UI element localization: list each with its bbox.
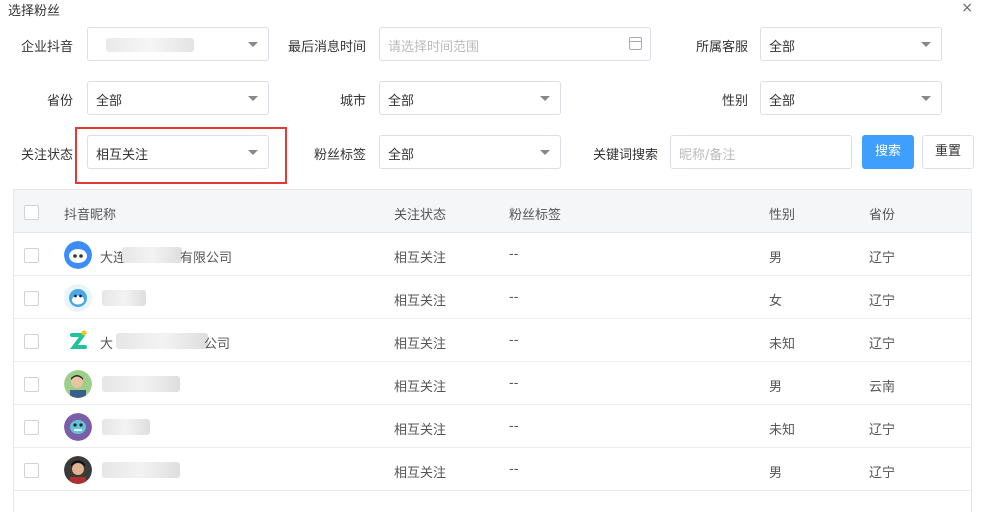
blurred-nickname: [102, 290, 146, 306]
gender: 男: [769, 380, 783, 395]
chevron-down-icon: [248, 42, 258, 47]
fan-tag-value: 全部: [388, 148, 415, 163]
follow-status: 相互关注: [394, 294, 447, 309]
table-row[interactable]: 相互关注 -- 男 辽宁: [14, 448, 971, 491]
time-range-picker[interactable]: 请选择时间范围: [379, 27, 651, 61]
last-msg-time-label: 最后消息时间: [287, 40, 366, 55]
fan-tag-select[interactable]: 全部: [379, 135, 561, 169]
fan-tag: --: [509, 290, 519, 305]
dialog-title: 选择粉丝: [8, 4, 61, 19]
city-select[interactable]: 全部: [379, 81, 561, 115]
column-header-province: 省份: [869, 208, 896, 223]
blurred-nickname: [102, 376, 180, 392]
city-label: 城市: [339, 94, 366, 109]
chevron-down-icon: [540, 96, 550, 101]
province: 云南: [869, 380, 896, 395]
row-checkbox[interactable]: [24, 248, 39, 263]
column-header-gender: 性别: [769, 208, 796, 223]
monkey-icon: [64, 284, 92, 312]
province: 辽宁: [869, 251, 896, 266]
purple-monster-icon: [64, 413, 92, 441]
green-z-icon: [64, 327, 92, 355]
row-checkbox[interactable]: [24, 334, 39, 349]
blurred-enterprise-value: [106, 38, 194, 52]
enterprise-label: 企业抖音: [20, 40, 73, 55]
blue-bot-icon: [64, 241, 92, 269]
fan-tag: --: [509, 462, 519, 477]
follow-status: 相互关注: [394, 251, 447, 266]
province: 辽宁: [869, 337, 896, 352]
province: 辽宁: [869, 423, 896, 438]
gender-label: 性别: [721, 94, 748, 109]
blurred-nickname: [102, 419, 150, 435]
row-checkbox[interactable]: [24, 420, 39, 435]
gender: 男: [769, 251, 783, 266]
column-header-status: 关注状态: [394, 208, 447, 223]
service-value: 全部: [769, 40, 796, 55]
highlight-box: [75, 127, 287, 184]
keyword-input[interactable]: 昵称/备注: [670, 135, 852, 169]
table-row[interactable]: 大连 有限公司 相互关注 -- 男 辽宁: [14, 233, 971, 276]
gender: 未知: [769, 337, 796, 352]
follow-status: 相互关注: [394, 466, 447, 481]
row-checkbox[interactable]: [24, 377, 39, 392]
row-checkbox[interactable]: [24, 463, 39, 478]
chevron-down-icon: [921, 42, 931, 47]
gender: 男: [769, 466, 783, 481]
search-button[interactable]: 搜索: [862, 135, 914, 169]
select-all-checkbox[interactable]: [24, 205, 39, 220]
province-select[interactable]: 全部: [87, 81, 269, 115]
gender-value: 全部: [769, 94, 796, 109]
fans-table: 抖音昵称 关注状态 粉丝标签 性别 省份 大连 有限公司 相互关注 -- 男 辽…: [13, 189, 972, 512]
blurred-nickname: [122, 247, 182, 263]
table-row[interactable]: 相互关注 -- 女 辽宁: [14, 276, 971, 319]
gender: 未知: [769, 423, 796, 438]
follow-status: 相互关注: [394, 380, 447, 395]
service-select[interactable]: 全部: [760, 27, 942, 61]
table-header: 抖音昵称 关注状态 粉丝标签 性别 省份: [14, 190, 971, 233]
row-checkbox[interactable]: [24, 291, 39, 306]
reset-button[interactable]: 重置: [922, 135, 974, 169]
table-row[interactable]: 大 公司 相互关注 -- 未知 辽宁: [14, 319, 971, 362]
gender: 女: [769, 294, 783, 309]
fan-tag: --: [509, 247, 519, 262]
enterprise-select[interactable]: [87, 27, 269, 61]
blurred-nickname: [102, 462, 180, 478]
city-value: 全部: [388, 94, 415, 109]
keyword-placeholder: 昵称/备注: [679, 148, 736, 163]
column-header-tag: 粉丝标签: [509, 208, 562, 223]
calendar-icon: [629, 37, 642, 50]
fan-tag: --: [509, 419, 519, 434]
gender-select[interactable]: 全部: [760, 81, 942, 115]
follow-status-label: 关注状态: [20, 148, 73, 163]
follow-status: 相互关注: [394, 337, 447, 352]
keyword-label: 关键词搜索: [592, 148, 658, 163]
province-value: 全部: [96, 94, 123, 109]
nickname-suffix: 公司: [204, 337, 231, 352]
person-photo: [64, 370, 92, 398]
table-row[interactable]: 相互关注 -- 未知 辽宁: [14, 405, 971, 448]
blurred-nickname: [116, 333, 208, 349]
close-icon[interactable]: ×: [961, 0, 973, 16]
service-label: 所属客服: [695, 40, 748, 55]
fan-tag: --: [509, 333, 519, 348]
time-range-placeholder: 请选择时间范围: [388, 40, 480, 55]
chevron-down-icon: [540, 150, 550, 155]
nickname-suffix: 有限公司: [180, 251, 233, 266]
chevron-down-icon: [921, 96, 931, 101]
person-photo-dark: [64, 456, 92, 484]
fan-tag: --: [509, 376, 519, 391]
column-header-nickname: 抖音昵称: [64, 208, 117, 223]
table-row[interactable]: 相互关注 -- 男 云南: [14, 362, 971, 405]
nickname-prefix: 大: [100, 337, 114, 352]
province: 辽宁: [869, 466, 896, 481]
fan-tag-label: 粉丝标签: [313, 148, 366, 163]
province-label: 省份: [46, 94, 73, 109]
follow-status: 相互关注: [394, 423, 447, 438]
chevron-down-icon: [248, 96, 258, 101]
province: 辽宁: [869, 294, 896, 309]
